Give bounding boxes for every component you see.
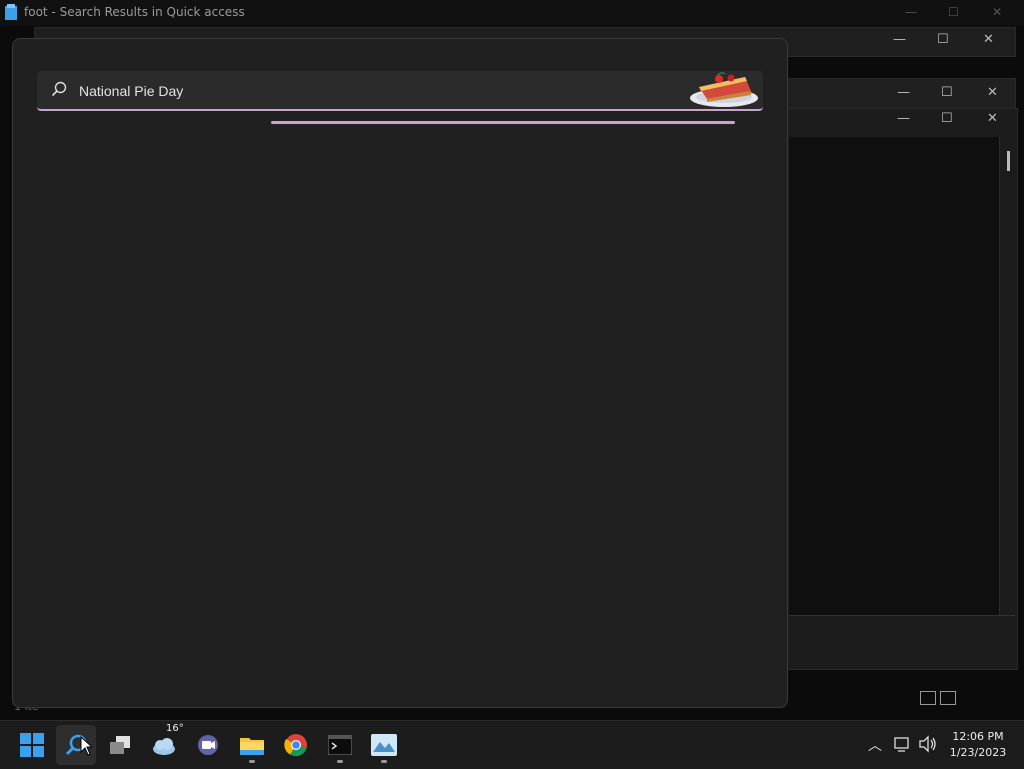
photos-button[interactable] — [364, 725, 404, 765]
task-view-button[interactable] — [100, 725, 140, 765]
task-view-icon — [110, 736, 130, 754]
minimize-icon[interactable]: — — [897, 85, 910, 100]
terminal-button[interactable] — [320, 725, 360, 765]
running-indicator — [337, 760, 343, 763]
close-icon[interactable]: ✕ — [987, 111, 998, 126]
window-content-area — [789, 137, 1000, 615]
chrome-icon — [284, 734, 307, 757]
background-title-bar: foot - Search Results in Quick access — … — [0, 0, 1024, 26]
maximize-icon[interactable]: ☐ — [941, 85, 953, 100]
teams-button[interactable] — [188, 725, 228, 765]
pie-image — [690, 72, 758, 107]
view-toggle — [920, 690, 960, 709]
maximize-icon[interactable]: ☐ — [941, 111, 953, 126]
minimize-icon[interactable]: — — [897, 111, 910, 126]
background-window-title: foot - Search Results in Quick access — [24, 5, 245, 19]
folder-icon — [5, 4, 17, 20]
search-icon — [51, 81, 67, 97]
file-explorer-button[interactable] — [232, 725, 272, 765]
close-icon[interactable]: ✕ — [987, 85, 998, 100]
close-icon[interactable]: ✕ — [992, 5, 1002, 19]
teams-icon — [198, 735, 218, 755]
photos-icon — [371, 734, 397, 756]
start-icon — [20, 733, 44, 757]
tiles-view-icon[interactable] — [940, 691, 956, 705]
network-icon[interactable] — [894, 735, 912, 753]
file-explorer-icon — [240, 738, 264, 755]
weather-button[interactable]: 16° — [144, 723, 184, 765]
clock[interactable]: 12:06 PM 1/23/2023 — [940, 729, 1016, 761]
running-indicator — [381, 760, 387, 763]
chevron-up-icon[interactable]: ︿ — [868, 735, 882, 755]
chrome-button[interactable] — [276, 725, 316, 765]
loading-progress-bar — [271, 121, 735, 124]
start-button[interactable] — [12, 725, 52, 765]
clock-time: 12:06 PM — [952, 730, 1004, 743]
search-panel — [12, 38, 788, 708]
mouse-cursor — [80, 736, 92, 756]
search-input[interactable] — [77, 75, 641, 107]
details-view-icon[interactable] — [920, 691, 936, 705]
running-indicator — [249, 760, 255, 763]
clock-date: 1/23/2023 — [949, 746, 1007, 759]
weather-temperature: 16° — [166, 723, 184, 734]
window-footer — [789, 615, 1015, 642]
terminal-icon — [328, 735, 352, 755]
search-box[interactable] — [37, 71, 763, 111]
volume-icon[interactable] — [918, 735, 938, 753]
minimize-icon[interactable]: — — [893, 32, 906, 47]
maximize-icon[interactable]: ☐ — [937, 32, 949, 47]
scrollbar-thumb[interactable] — [1007, 151, 1010, 171]
taskbar: 16° ︿ 12:06 PM 1/23/2023 — [0, 720, 1024, 769]
close-icon[interactable]: ✕ — [983, 32, 994, 47]
minimize-icon[interactable]: — — [905, 5, 917, 19]
weather-icon — [153, 738, 175, 755]
maximize-icon[interactable]: ☐ — [948, 5, 959, 19]
